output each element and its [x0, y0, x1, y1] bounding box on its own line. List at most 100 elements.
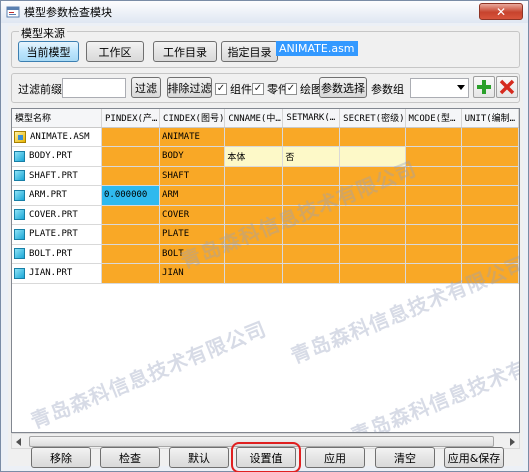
table-cell[interactable] [282, 263, 341, 284]
table-cell[interactable] [339, 185, 406, 206]
table-cell[interactable] [339, 224, 406, 245]
table-cell[interactable] [405, 205, 462, 225]
workspace-button[interactable]: 工作区 [86, 41, 144, 62]
model-name-cell[interactable]: COVER.PRT [12, 205, 102, 225]
col-header-model-name[interactable]: 模型名称 [12, 109, 102, 128]
drawing-checkbox[interactable]: ✓ 绘图 [285, 81, 322, 97]
delete-param-button[interactable] [496, 76, 518, 98]
exclude-filter-button[interactable]: 排除过滤 [167, 77, 212, 98]
table-row[interactable]: JIAN.PRT JIAN [12, 263, 519, 284]
table-cell[interactable] [461, 146, 519, 167]
table-cell[interactable] [282, 205, 341, 225]
param-select-button[interactable]: 参数选择 [319, 77, 367, 98]
param-group-select[interactable] [410, 78, 469, 98]
table-cell[interactable] [339, 205, 406, 225]
table-row[interactable]: ARM.PRT 0.000000 ARM [12, 185, 519, 206]
table-cell[interactable] [461, 205, 519, 225]
work-directory-button[interactable]: 工作目录 [153, 41, 217, 62]
table-cell[interactable]: COVER [159, 205, 226, 225]
table-cell[interactable]: SHAFT [159, 166, 226, 186]
scroll-left-icon[interactable] [16, 438, 21, 446]
filter-prefix-input[interactable] [62, 78, 126, 98]
model-name-cell[interactable]: SHAFT.PRT [12, 166, 102, 186]
table-cell[interactable] [101, 244, 161, 264]
table-cell[interactable] [282, 244, 341, 264]
table-cell[interactable] [282, 224, 341, 245]
close-button[interactable]: ✕ [479, 3, 523, 20]
scrollbar-thumb[interactable] [29, 436, 494, 447]
table-cell[interactable] [405, 263, 462, 284]
table-cell[interactable] [224, 127, 284, 147]
table-cell[interactable] [461, 263, 519, 284]
table-row[interactable]: COVER.PRT COVER [12, 205, 519, 225]
model-name-cell[interactable]: ARM.PRT [12, 185, 102, 206]
table-cell[interactable] [405, 224, 462, 245]
col-header-setmark[interactable]: SETMARK(… [282, 109, 341, 128]
col-header-unit[interactable]: UNIT(编制… [461, 109, 519, 128]
table-cell[interactable]: BOLT [159, 244, 226, 264]
table-cell[interactable] [101, 205, 161, 225]
table-cell[interactable] [101, 263, 161, 284]
model-name-cell[interactable]: BOLT.PRT [12, 244, 102, 264]
table-row[interactable]: ANIMATE.ASM ANIMATE [12, 127, 519, 147]
table-cell[interactable] [101, 146, 161, 167]
model-name-cell[interactable]: ANIMATE.ASM [12, 127, 102, 147]
table-cell[interactable] [224, 185, 284, 206]
table-cell[interactable] [224, 224, 284, 245]
col-header-cnname[interactable]: CNNAME(中… [224, 109, 284, 128]
table-cell[interactable] [101, 224, 161, 245]
table-cell[interactable]: PLATE [159, 224, 226, 245]
table-cell[interactable] [339, 166, 406, 186]
table-cell[interactable] [224, 166, 284, 186]
table-cell[interactable] [101, 166, 161, 186]
parameter-grid[interactable]: 模型名称 PINDEX(产… CINDEX(图号) CNNAME(中… SETM… [11, 108, 520, 433]
col-header-cindex[interactable]: CINDEX(图号) [159, 109, 226, 128]
table-cell[interactable] [405, 185, 462, 206]
table-cell[interactable] [461, 166, 519, 186]
table-cell[interactable] [282, 185, 341, 206]
table-cell[interactable] [282, 166, 341, 186]
table-cell[interactable] [224, 244, 284, 264]
col-header-mcode[interactable]: MCODE(型… [405, 109, 462, 128]
table-row[interactable]: BOLT.PRT BOLT [12, 244, 519, 264]
table-cell[interactable]: ARM [159, 185, 226, 206]
table-cell[interactable] [101, 127, 161, 147]
table-cell[interactable] [405, 244, 462, 264]
model-name-cell[interactable]: BODY.PRT [12, 146, 102, 167]
table-cell[interactable] [405, 127, 462, 147]
apply-button[interactable]: 应用 [305, 447, 365, 468]
table-cell[interactable]: JIAN [159, 263, 226, 284]
current-model-button[interactable]: 当前模型 [18, 41, 79, 62]
table-cell[interactable] [461, 127, 519, 147]
specified-directory-button[interactable]: 指定目录 [221, 41, 278, 62]
table-cell[interactable] [461, 224, 519, 245]
col-header-pindex[interactable]: PINDEX(产… [101, 109, 161, 128]
table-cell[interactable] [224, 205, 284, 225]
table-cell-selected[interactable]: 0.000000 [101, 185, 161, 206]
table-cell[interactable] [339, 146, 406, 167]
table-cell[interactable] [339, 127, 406, 147]
table-cell[interactable] [339, 263, 406, 284]
scroll-right-icon[interactable] [510, 438, 515, 446]
clear-button[interactable]: 清空 [375, 447, 435, 468]
table-cell[interactable]: 本体 [224, 146, 284, 167]
current-model-value[interactable]: ANIMATE.asm [276, 41, 358, 56]
table-cell[interactable] [339, 244, 406, 264]
set-value-button[interactable]: 设置值 [231, 442, 301, 472]
model-name-cell[interactable]: JIAN.PRT [12, 263, 102, 284]
remove-button[interactable]: 移除 [31, 447, 91, 468]
table-cell[interactable] [405, 146, 462, 167]
add-param-button[interactable] [473, 76, 495, 98]
table-row[interactable]: SHAFT.PRT SHAFT [12, 166, 519, 186]
table-cell[interactable] [224, 263, 284, 284]
component-checkbox[interactable]: ✓ 组件 [215, 81, 252, 97]
table-cell[interactable]: BODY [159, 146, 226, 167]
table-row[interactable]: BODY.PRT BODY 本体 否 [12, 146, 519, 167]
table-cell[interactable] [405, 166, 462, 186]
apply-save-button[interactable]: 应用&保存 [444, 447, 504, 468]
table-cell[interactable] [461, 244, 519, 264]
title-bar[interactable]: 模型参数检查模块 ✕ [1, 1, 528, 23]
col-header-secret[interactable]: SECRET(密级) [339, 109, 406, 128]
table-cell[interactable] [282, 127, 341, 147]
model-name-cell[interactable]: PLATE.PRT [12, 224, 102, 245]
